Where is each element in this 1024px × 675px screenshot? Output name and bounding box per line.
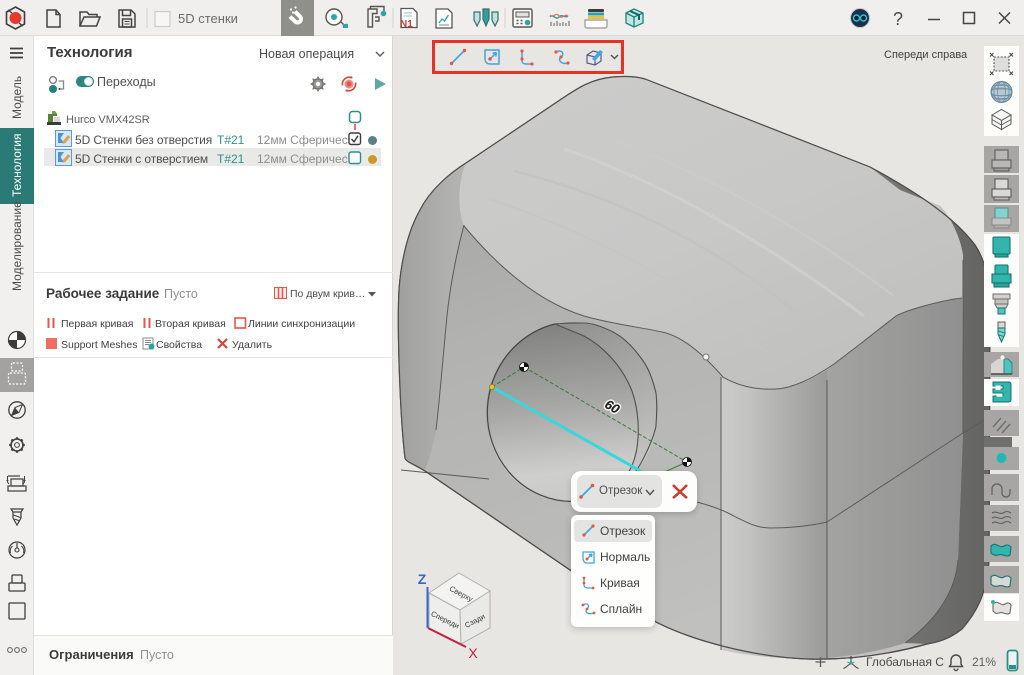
- svg-text:Моделирование: Моделирование: [10, 201, 24, 291]
- svg-text:Z: Z: [418, 571, 427, 587]
- svg-text:X: X: [468, 645, 478, 661]
- svg-text:Модель: Модель: [10, 76, 24, 119]
- svg-text:Технология: Технология: [10, 134, 24, 198]
- svg-text:?: ?: [893, 9, 903, 29]
- svg-text:5D стенки: 5D стенки: [178, 11, 238, 26]
- svg-text:N1: N1: [400, 19, 413, 30]
